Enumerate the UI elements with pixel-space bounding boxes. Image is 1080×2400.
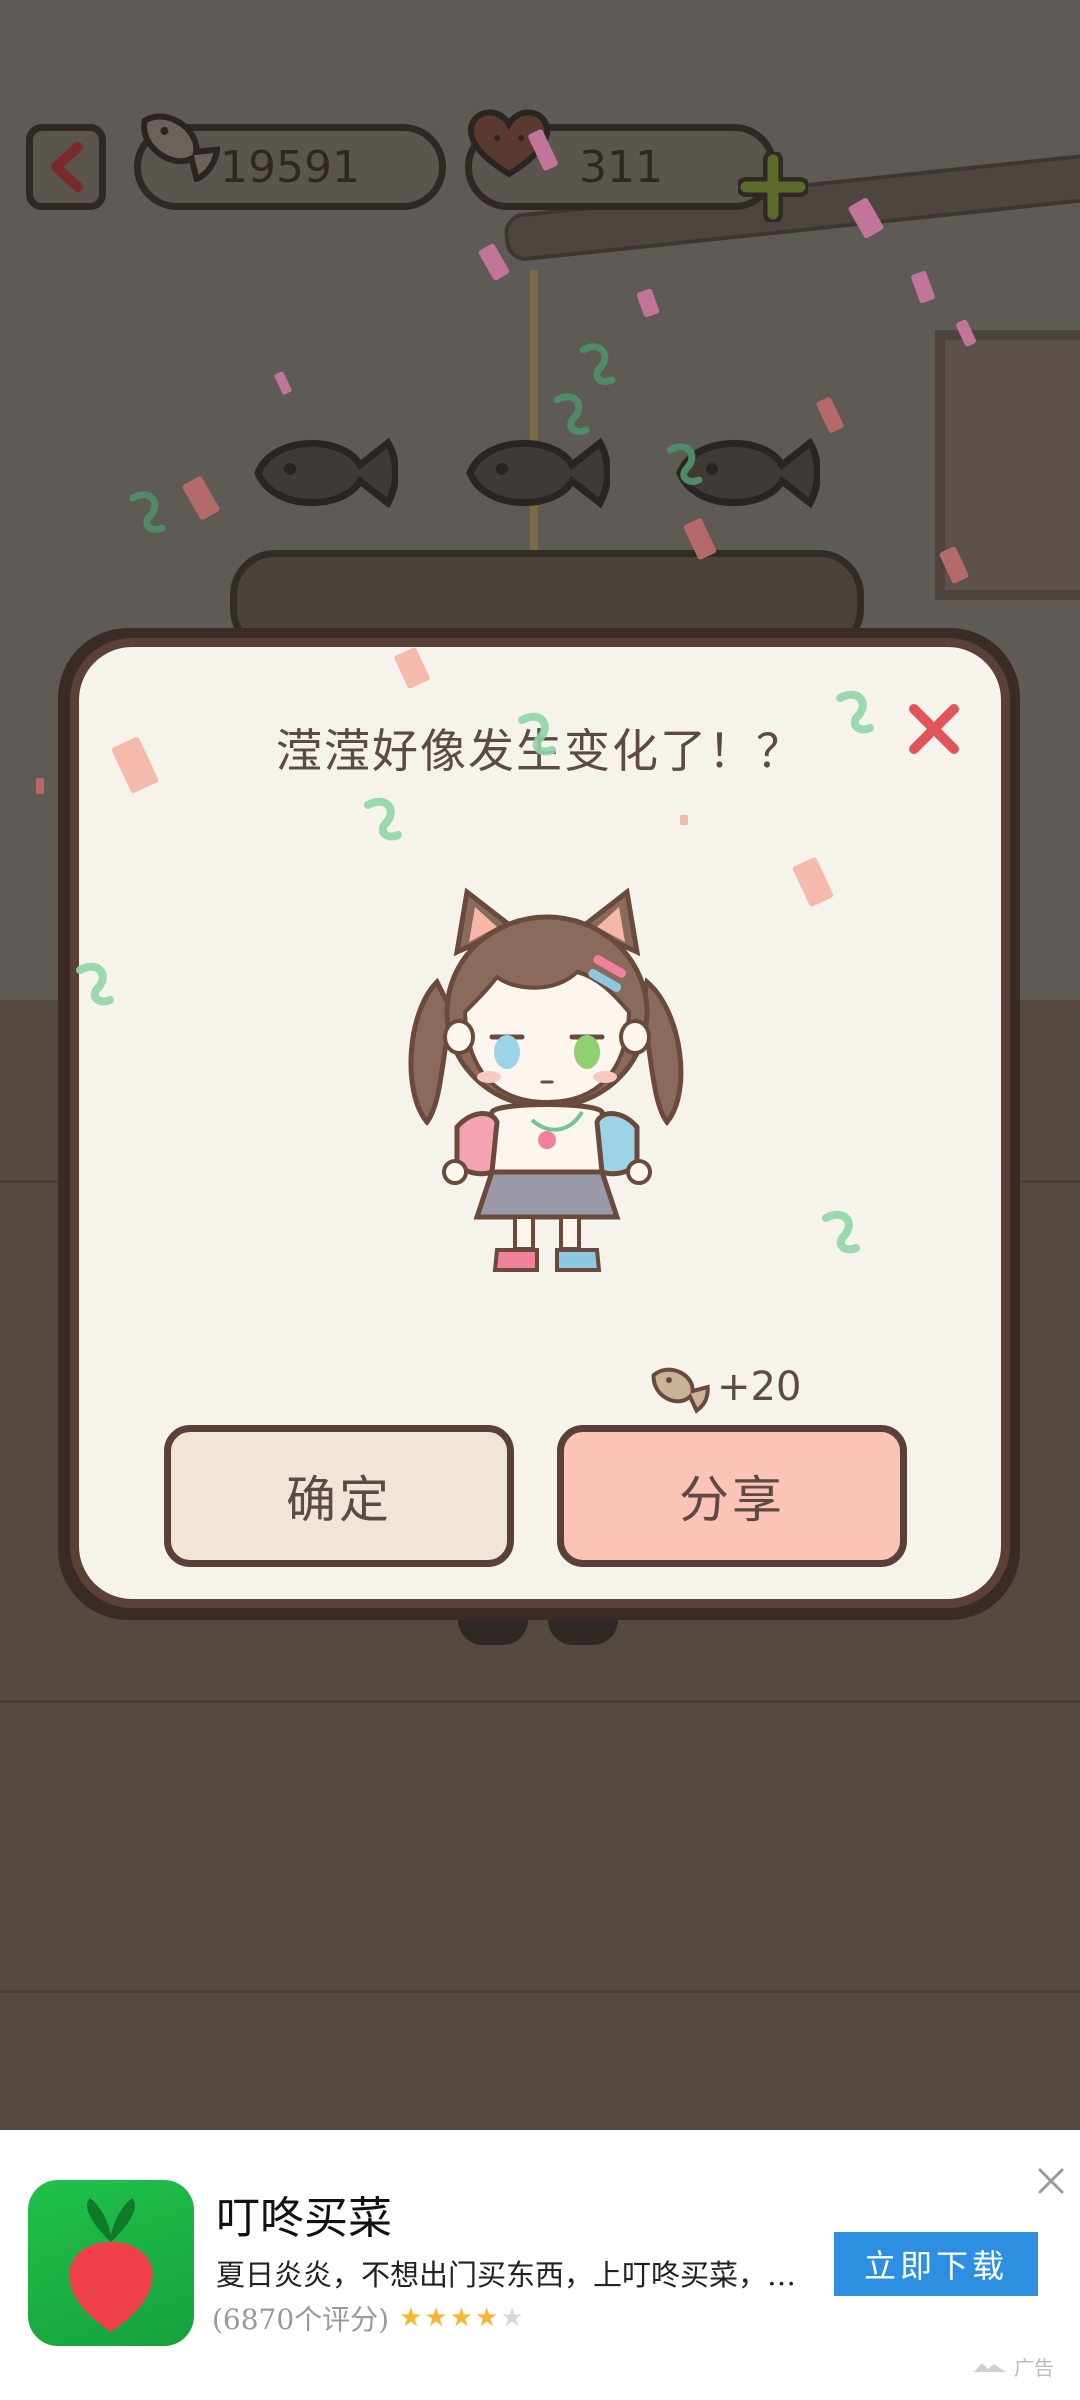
star-icon: ★ (424, 2303, 448, 2333)
ad-download-button[interactable]: 立即下载 (834, 2232, 1038, 2296)
rating-count: (6870个评分) (212, 2303, 390, 2336)
confirm-button[interactable]: 确定 (164, 1425, 514, 1567)
star-icon: ★ (399, 2303, 423, 2333)
fish-icon (651, 1367, 710, 1414)
ad-label: 广告 (972, 2352, 1054, 2381)
ad-network-logo-icon (974, 2362, 1006, 2372)
star-icon: ★ (500, 2303, 524, 2333)
reward-amount: +20 (717, 1364, 802, 1410)
app-icon[interactable] (28, 2180, 194, 2346)
ad-banner[interactable]: 叮咚买菜 夏日炎炎，不想出门买东西，上叮咚买菜，… (6870个评分) ★ ★ … (0, 2130, 1080, 2400)
star-icon: ★ (475, 2303, 499, 2333)
ad-app-name[interactable]: 叮咚买菜 (216, 2182, 392, 2246)
ad-description[interactable]: 夏日炎炎，不想出门买东西，上叮咚买菜，… (216, 2252, 816, 2294)
confetti-overlay (76, 647, 874, 1254)
star-icon: ★ (449, 2303, 474, 2333)
rating-stars: ★ ★ ★ ★ ★ (399, 2303, 524, 2333)
close-icon[interactable] (1036, 2166, 1066, 2196)
ad-rating: (6870个评分) ★ ★ ★ ★ ★ (212, 2298, 524, 2338)
radish-icon (69, 2198, 153, 2332)
share-button[interactable]: 分享 (557, 1425, 907, 1567)
reward-indicator: +20 (647, 1357, 801, 1417)
